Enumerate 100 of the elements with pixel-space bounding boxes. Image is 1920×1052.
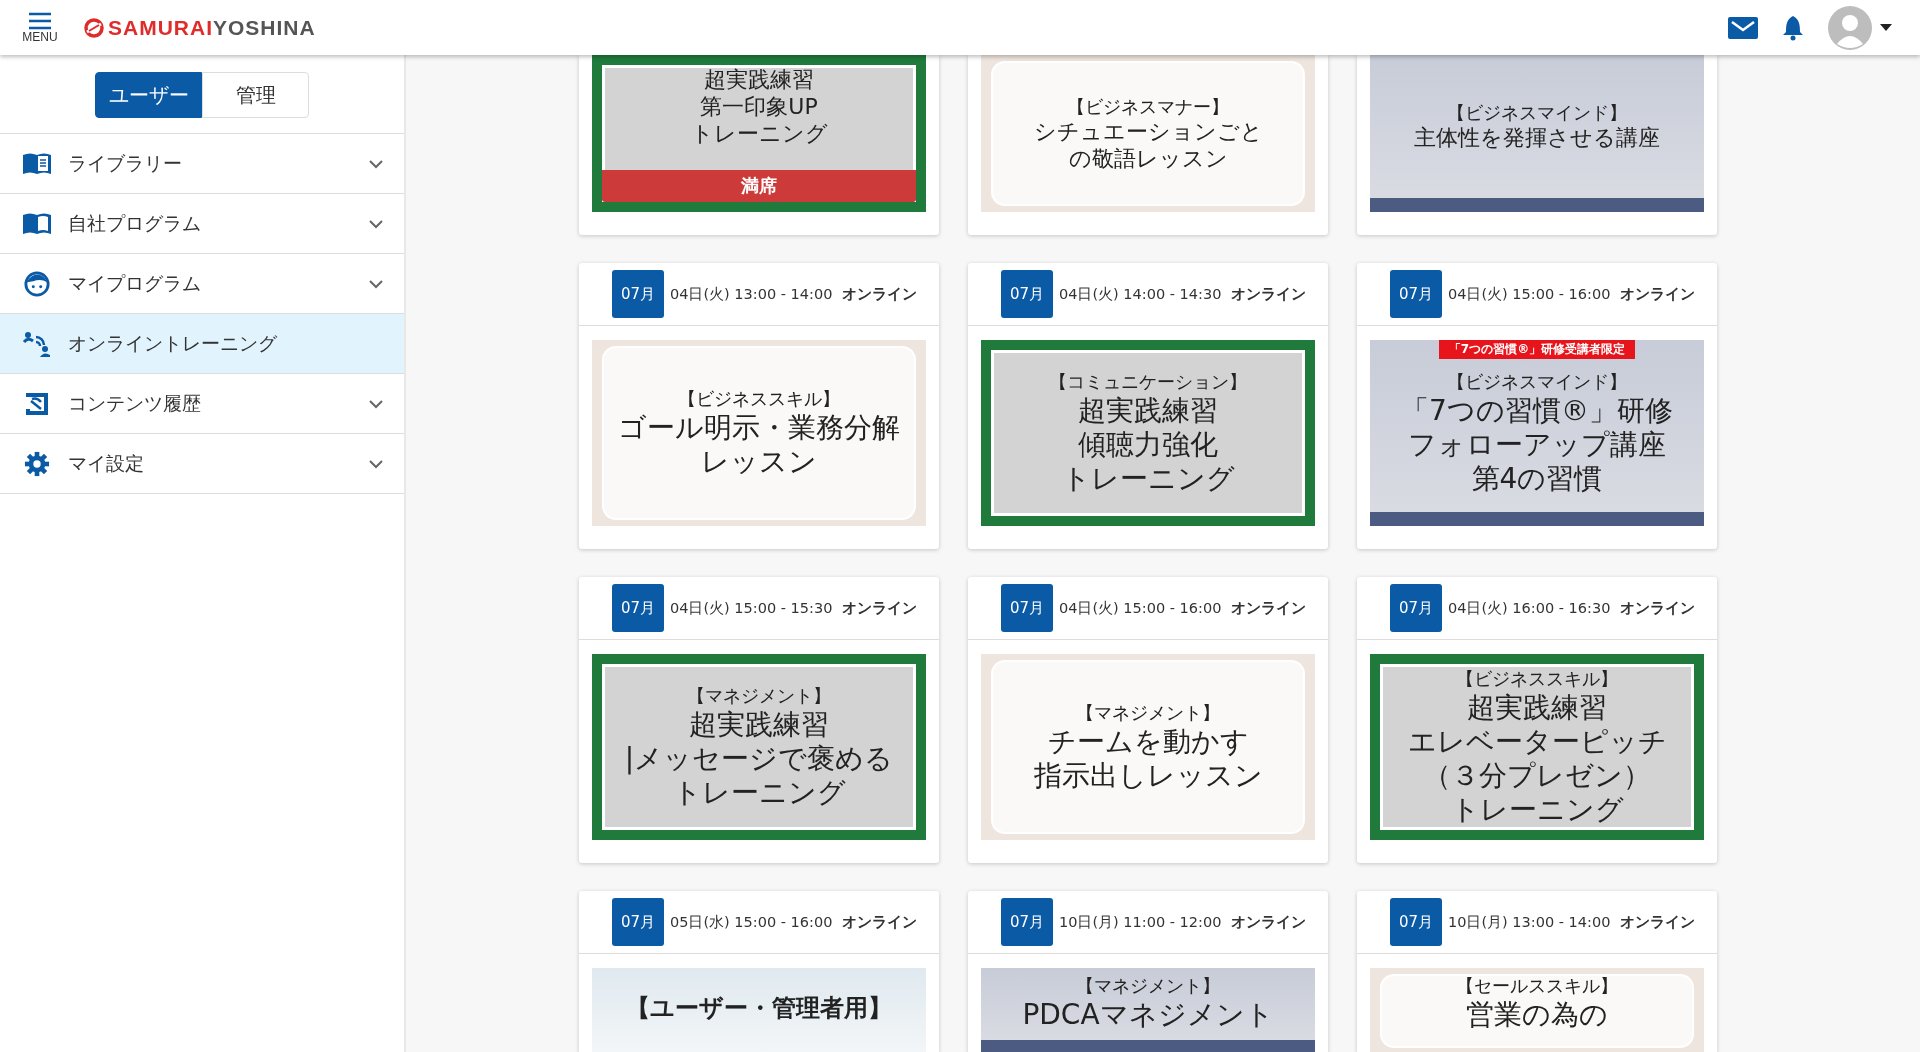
course-card[interactable]: 【ビジネスマナー】 シチュエーションごと の敬語レッスン <box>968 55 1328 235</box>
course-card[interactable]: 07月 04日(火) 13:00 - 14:00 オンライン 【ビジネススキル】 ゴール明示・業務分解 レッスン <box>579 263 939 549</box>
course-title: 第一印象UP <box>700 93 818 121</box>
schedule-text: 04日(火) 16:00 - 16:30 <box>1448 598 1611 618</box>
course-category: 【ビジネスマインド】 <box>1447 369 1627 394</box>
course-category: 【マネジメント】 <box>1076 700 1220 725</box>
nav-item[interactable]: コンテンツ履歴 <box>0 374 404 434</box>
nav-label: オンライントレーニング <box>68 330 278 356</box>
course-category: 【コミュニケーション】 <box>1049 369 1247 394</box>
month-badge: 07月 <box>612 270 664 318</box>
course-title: レッスン <box>701 445 817 480</box>
course-banner[interactable]: 【コミュニケーション】 超実践練習 傾聴力強化 トレーニング <box>981 340 1315 526</box>
month-badge: 07月 <box>1001 270 1053 318</box>
month-badge: 07月 <box>1001 898 1053 946</box>
nav-item[interactable]: ライブラリー <box>0 134 404 194</box>
schedule-text: 04日(火) 13:00 - 14:00 <box>670 284 833 304</box>
course-title: トレーニング <box>690 120 828 148</box>
caret-icon <box>1880 24 1892 31</box>
course-card[interactable]: 07月 04日(火) 15:00 - 16:00 オンライン 「7つの習慣®」研修受講者限定 【ビジネスマインド】 「7つの習慣®」研修 フォローアップ講座 第4の習慣 <box>1357 263 1717 549</box>
course-title: 超実践練習 <box>1078 393 1218 428</box>
venue-text: オンライン <box>1231 598 1307 618</box>
month-badge: 07月 <box>1390 270 1442 318</box>
month-badge: 07月 <box>612 584 664 632</box>
course-title: シチュエーションごと <box>1033 118 1263 146</box>
course-title: 第4の習慣 <box>1471 462 1603 497</box>
course-category: 【セールススキル】 <box>1456 974 1618 998</box>
nav-label: コンテンツ履歴 <box>68 390 202 416</box>
course-title: トレーニング <box>1061 462 1235 497</box>
course-title: 営業の為の <box>1466 998 1608 1033</box>
nav-item[interactable]: 自社プログラム <box>0 194 404 254</box>
menu-button[interactable]: MENU <box>18 11 62 44</box>
nav-item[interactable]: オンライントレーニング <box>0 314 404 374</box>
mode-tab[interactable]: ユーザー <box>95 72 202 118</box>
course-title: ゴール明示・業務分解 <box>618 410 900 445</box>
course-card[interactable]: 07月 04日(火) 15:00 - 15:30 オンライン 【マネジメント】 超実践練習 |メッセージで褒める トレーニング <box>579 577 939 863</box>
month-badge: 07月 <box>612 898 664 946</box>
month-badge: 07月 <box>1001 584 1053 632</box>
course-title: エレベーターピッチ <box>1407 724 1667 759</box>
course-card[interactable]: 07月 10日(月) 13:00 - 14:00 オンライン 【セールススキル】 営業の為の <box>1357 891 1717 1052</box>
schedule-text: 04日(火) 15:00 - 16:00 <box>1448 284 1611 304</box>
schedule-text: 04日(火) 15:00 - 15:30 <box>670 598 833 618</box>
course-title: （３分プレゼン） <box>1423 759 1651 794</box>
logo-icon <box>84 17 104 38</box>
course-category: 【マネジメント】 <box>1076 974 1220 998</box>
course-title: フォローアップ講座 <box>1408 427 1666 463</box>
course-banner[interactable]: 超実践練習 第一印象UP トレーニング 満席 <box>592 55 926 212</box>
status-label: 満席 <box>602 170 916 202</box>
course-title: トレーニング <box>672 776 846 811</box>
course-card[interactable]: 07月 04日(火) 14:00 - 14:30 オンライン 【コミュニケーション】 超実践練習 傾聴力強化 トレーニング <box>968 263 1328 549</box>
course-category: 【ビジネスマインド】 <box>1447 101 1627 126</box>
course-title: 傾聴力強化 <box>1078 427 1218 463</box>
course-title: 主体性を発揮させる講座 <box>1414 125 1660 152</box>
course-banner[interactable]: 【ビジネススキル】 ゴール明示・業務分解 レッスン <box>592 340 926 526</box>
nav-item[interactable]: マイ設定 <box>0 434 404 494</box>
course-title: トレーニング <box>1450 793 1624 828</box>
course-title: |メッセージで褒める <box>624 741 894 777</box>
course-title: 超実践練習 <box>704 67 814 94</box>
course-banner[interactable]: 【ビジネスマナー】 シチュエーションごと の敬語レッスン <box>981 55 1315 212</box>
schedule-text: 04日(火) 14:00 - 14:30 <box>1059 284 1222 304</box>
venue-text: オンライン <box>1231 912 1307 932</box>
nav-label: マイ設定 <box>68 450 145 476</box>
course-category: 【ビジネススキル】 <box>1456 666 1618 691</box>
notification-bell-icon[interactable] <box>1782 14 1804 41</box>
mode-tab[interactable]: 管理 <box>202 72 309 118</box>
course-banner[interactable]: 【マネジメント】 PDCAマネジメント <box>981 968 1315 1052</box>
course-banner[interactable]: 【ユーザー・管理者用】 <box>592 968 926 1052</box>
course-card[interactable]: 【ビジネスマインド】 主体性を発揮させる講座 <box>1357 55 1717 235</box>
mail-icon[interactable] <box>1728 16 1758 39</box>
course-card[interactable]: 超実践練習 第一印象UP トレーニング 満席 <box>579 55 939 235</box>
venue-text: オンライン <box>1231 284 1307 304</box>
course-banner[interactable]: 【ビジネスマインド】 主体性を発揮させる講座 <box>1370 55 1704 212</box>
course-banner[interactable]: 【セールススキル】 営業の為の <box>1370 968 1704 1052</box>
venue-text: オンライン <box>1620 284 1696 304</box>
course-category: 【ビジネススキル】 <box>678 386 840 411</box>
schedule-text: 10日(月) 11:00 - 12:00 <box>1059 912 1222 932</box>
course-card[interactable]: 07月 04日(火) 16:00 - 16:30 オンライン 【ビジネススキル】 超実践練習 エレベーターピッチ （３分プレゼン） トレーニング <box>1357 577 1717 863</box>
course-title: 「7つの習慣®」研修 <box>1401 393 1673 428</box>
course-category: 【マネジメント】 <box>687 683 831 708</box>
course-card[interactable]: 07月 10日(月) 11:00 - 12:00 オンライン 【マネジメント】 PDCAマネジメント <box>968 891 1328 1052</box>
venue-text: オンライン <box>1620 598 1696 618</box>
course-banner[interactable]: 【マネジメント】 超実践練習 |メッセージで褒める トレーニング <box>592 654 926 840</box>
course-banner[interactable]: 【マネジメント】 チームを動かす 指示出しレッスン <box>981 654 1315 840</box>
course-title: チームを動かす <box>1047 724 1249 759</box>
course-card[interactable]: 07月 05日(水) 15:00 - 16:00 オンライン 【ユーザー・管理者用】 <box>579 891 939 1052</box>
schedule-text: 04日(火) 15:00 - 16:00 <box>1059 598 1222 618</box>
course-banner[interactable]: 【ビジネススキル】 超実践練習 エレベーターピッチ （３分プレゼン） トレーニング <box>1370 654 1704 840</box>
people-signal-icon <box>22 330 52 357</box>
schedule-text: 05日(水) 15:00 - 16:00 <box>670 912 833 932</box>
course-title: 超実践練習 <box>1467 690 1607 725</box>
settings-icon <box>22 450 52 477</box>
course-title: 指示出しレッスン <box>1033 759 1263 794</box>
course-banner[interactable]: 「7つの習慣®」研修受講者限定 【ビジネスマインド】 「7つの習慣®」研修 フォローアップ講座 第4の習慣 <box>1370 340 1704 526</box>
schedule-text: 10日(月) 13:00 - 14:00 <box>1448 912 1611 932</box>
month-badge: 07月 <box>1390 584 1442 632</box>
venue-text: オンライン <box>1620 912 1696 932</box>
course-card[interactable]: 07月 04日(火) 15:00 - 16:00 オンライン 【マネジメント】 チームを動かす 指示出しレッスン <box>968 577 1328 863</box>
nav-label: マイプログラム <box>68 270 202 296</box>
course-title: 超実践練習 <box>689 707 829 742</box>
course-category: 【ビジネスマナー】 <box>1067 94 1229 119</box>
venue-text: オンライン <box>842 598 918 618</box>
